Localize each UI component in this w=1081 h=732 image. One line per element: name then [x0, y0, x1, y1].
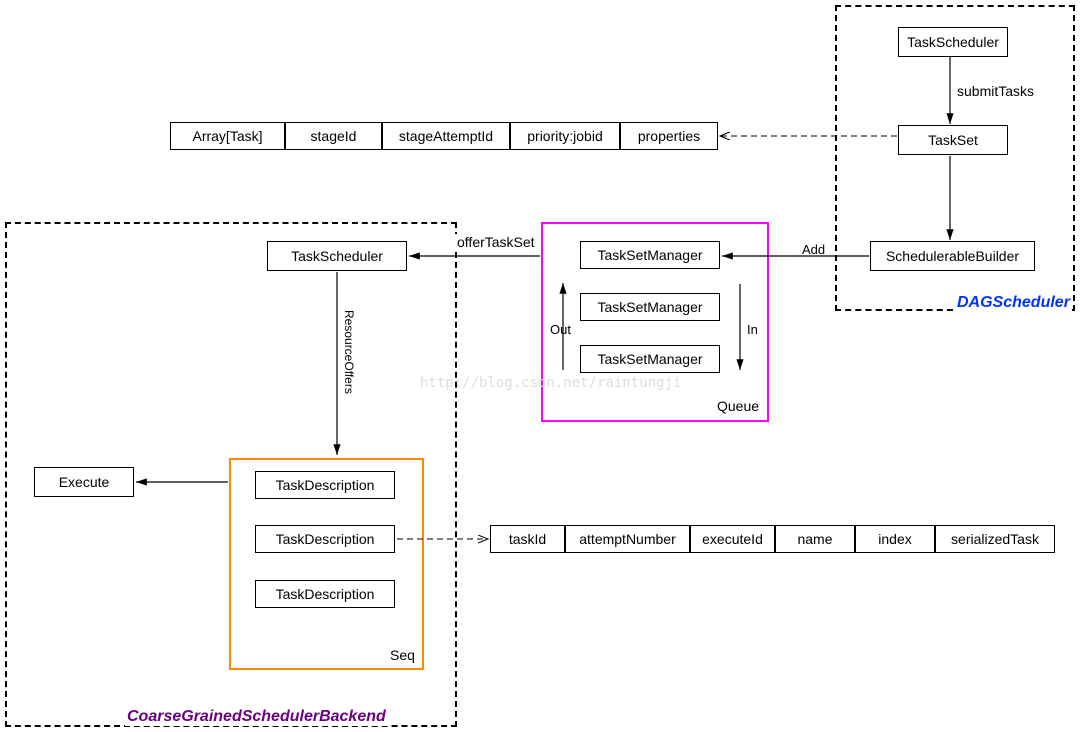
- field-label: name: [797, 531, 832, 547]
- field-label: executeId: [702, 531, 763, 547]
- taskset-field-attempt: stageAttemptId: [382, 122, 510, 150]
- taskset-label: TaskSet: [928, 132, 978, 148]
- queue-item-label: TaskSetManager: [597, 247, 702, 263]
- execute-box: Execute: [34, 467, 134, 497]
- td-field-attempt: attemptNumber: [565, 525, 690, 553]
- taskset-field-stageid: stageId: [285, 122, 382, 150]
- seq-item-label: TaskDescription: [276, 477, 375, 493]
- field-label: properties: [638, 128, 700, 144]
- field-label: Array[Task]: [192, 128, 262, 144]
- dag-scheduler-title: DAGScheduler: [955, 294, 1072, 312]
- seq-item-3: TaskDescription: [255, 580, 395, 608]
- queue-item-1: TaskSetManager: [580, 241, 720, 269]
- backend-task-scheduler-label: TaskScheduler: [291, 248, 383, 264]
- dag-task-scheduler-label: TaskScheduler: [907, 34, 999, 50]
- field-label: stageId: [311, 128, 357, 144]
- resource-offers-label: ResourceOffers: [340, 310, 358, 394]
- td-field-executeid: executeId: [690, 525, 775, 553]
- seq-item-label: TaskDescription: [276, 531, 375, 547]
- taskset-field-array: Array[Task]: [170, 122, 285, 150]
- seq-item-1: TaskDescription: [255, 471, 395, 499]
- dag-task-scheduler: TaskScheduler: [898, 27, 1008, 57]
- queue-item-2: TaskSetManager: [580, 293, 720, 321]
- submit-tasks-label: submitTasks: [955, 83, 1036, 99]
- field-label: attemptNumber: [579, 531, 675, 547]
- field-label: index: [878, 531, 911, 547]
- field-label: serializedTask: [951, 531, 1039, 547]
- td-field-taskid: taskId: [490, 525, 565, 553]
- queue-in-label: In: [745, 322, 760, 337]
- queue-label: Queue: [715, 398, 761, 414]
- offer-taskset-label: offerTaskSet: [455, 234, 537, 250]
- field-label: priority:jobid: [527, 128, 602, 144]
- add-label: Add: [800, 242, 827, 257]
- seq-item-2: TaskDescription: [255, 525, 395, 553]
- td-field-serialized: serializedTask: [935, 525, 1055, 553]
- backend-task-scheduler: TaskScheduler: [267, 241, 407, 271]
- watermark: http://blog.csdn.net/raintungji: [420, 375, 681, 391]
- queue-item-label: TaskSetManager: [597, 351, 702, 367]
- taskset-field-properties: properties: [620, 122, 718, 150]
- schedulerable-builder-label: SchedulerableBuilder: [886, 248, 1019, 264]
- taskset: TaskSet: [898, 125, 1008, 155]
- td-field-name: name: [775, 525, 855, 553]
- queue-item-3: TaskSetManager: [580, 345, 720, 373]
- field-label: stageAttemptId: [399, 128, 493, 144]
- seq-label: Seq: [388, 647, 417, 663]
- schedulerable-builder: SchedulerableBuilder: [870, 241, 1035, 271]
- queue-out-label: Out: [548, 322, 573, 337]
- td-field-index: index: [855, 525, 935, 553]
- queue-item-label: TaskSetManager: [597, 299, 702, 315]
- seq-item-label: TaskDescription: [276, 586, 375, 602]
- backend-title: CoarseGrainedSchedulerBackend: [125, 708, 388, 726]
- field-label: taskId: [509, 531, 546, 547]
- execute-label: Execute: [59, 474, 110, 490]
- taskset-field-priority: priority:jobid: [510, 122, 620, 150]
